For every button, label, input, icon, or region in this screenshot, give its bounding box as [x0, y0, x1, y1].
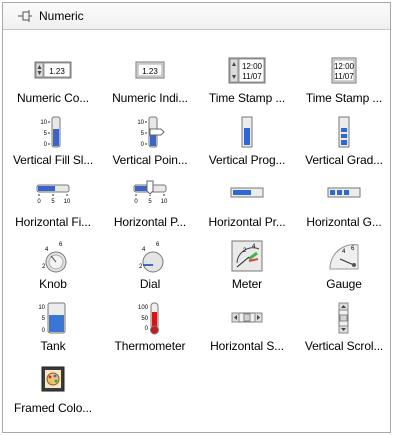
svg-text:100: 100: [138, 305, 149, 311]
palette-item-label: Horizontal Fi...: [15, 215, 91, 229]
svg-text:5: 5: [44, 131, 48, 137]
palette-item-vertical-scrollbar[interactable]: Vertical Scrol...: [296, 299, 392, 361]
svg-text:0: 0: [134, 199, 138, 205]
palette-item-thermometer[interactable]: 100 50 0 Thermometer: [102, 299, 198, 361]
gauge-icon: 4 6: [329, 244, 359, 270]
svg-text:10: 10: [161, 199, 168, 205]
vertical-pointer-slide-icon: 10 5 0: [137, 116, 165, 148]
palette-item-label: Vertical Poin...: [112, 153, 188, 167]
svg-text:4: 4: [45, 247, 49, 253]
palette-item-label: Vertical Fill Sl...: [12, 153, 94, 167]
numeric-indicator-icon: 1.23: [135, 61, 165, 79]
svg-text:10: 10: [137, 120, 144, 126]
palette-item-numeric-control[interactable]: 1.23 Numeric Co...: [5, 51, 101, 113]
svg-text:12:00: 12:00: [334, 62, 355, 71]
time-stamp-indicator-icon: 12:00 11/07: [331, 57, 357, 84]
palette-item-label: Gauge: [326, 277, 362, 291]
palette-item-vertical-pointer-slide[interactable]: 10 5 0 Vertical Poin...: [102, 113, 198, 175]
palette-item-label: Vertical Scrol...: [304, 339, 384, 353]
palette-item-vertical-graduated-bar[interactable]: Vertical Grad...: [296, 113, 392, 175]
dial-icon: 2 4 6: [139, 242, 164, 273]
palette-item-dial[interactable]: 2 4 6 Dial: [102, 237, 198, 299]
horizontal-fill-slide-icon: 0 5 10: [36, 184, 71, 205]
svg-text:10: 10: [64, 199, 71, 205]
palette-item-label: Horizontal G...: [306, 215, 382, 229]
pushpin-icon[interactable]: [17, 9, 33, 23]
numeric-palette: Numeric 1.23 Numeric Co... 1.23 Numeric …: [2, 2, 391, 433]
knob-icon: 2 4 6: [42, 242, 67, 273]
svg-text:2: 2: [139, 264, 143, 270]
palette-item-label: Numeric Co...: [16, 91, 90, 105]
palette-item-label: Knob: [39, 277, 67, 291]
palette-item-horizontal-graduated-bar[interactable]: Horizontal G...: [296, 175, 392, 237]
svg-text:0: 0: [145, 326, 149, 332]
palette-item-tank[interactable]: 10 5 0 Tank: [5, 299, 101, 361]
thermometer-icon: 100 50 0: [138, 302, 159, 335]
svg-text:0: 0: [42, 328, 46, 334]
palette-item-label: Meter: [231, 277, 263, 291]
horizontal-progress-bar-icon: [230, 187, 264, 198]
svg-text:50: 50: [141, 316, 148, 322]
palette-item-label: Thermometer: [114, 339, 186, 353]
horizontal-pointer-slide-icon: 0 5 10: [133, 180, 168, 205]
svg-text:10: 10: [38, 305, 45, 311]
palette-item-horizontal-pointer-slide[interactable]: 0 5 10 Horizontal P...: [102, 175, 198, 237]
time-stamp-control-icon: 12:00 11/07: [228, 57, 266, 84]
palette-item-label: Time Stamp ...: [305, 91, 383, 105]
svg-text:4: 4: [142, 247, 146, 253]
svg-text:6: 6: [59, 242, 63, 248]
meter-icon: 2 4: [231, 240, 263, 272]
svg-text:12:00: 12:00: [242, 62, 263, 71]
svg-text:10: 10: [40, 120, 47, 126]
tank-icon: 10 5 0: [38, 302, 66, 334]
vertical-progress-bar-icon: [241, 116, 253, 148]
svg-text:0: 0: [44, 142, 48, 148]
palette-title: Numeric: [39, 9, 84, 23]
svg-text:11/07: 11/07: [242, 72, 262, 81]
vertical-scrollbar-icon: [338, 302, 349, 334]
framed-color-box-icon: [41, 366, 65, 392]
vertical-fill-slide-icon: 10 5 0: [40, 116, 61, 148]
vertical-graduated-bar-icon: [338, 116, 350, 148]
palette-item-label: Time Stamp ...: [208, 91, 286, 105]
svg-text:0: 0: [141, 142, 145, 148]
svg-text:5: 5: [148, 199, 152, 205]
horizontal-scrollbar-icon: [231, 312, 263, 323]
svg-text:6: 6: [156, 242, 160, 248]
palette-item-label: Vertical Grad...: [305, 153, 383, 167]
palette-item-horizontal-progress-bar[interactable]: Horizontal Pr...: [199, 175, 295, 237]
palette-item-meter[interactable]: 2 4 Meter: [199, 237, 295, 299]
horizontal-graduated-bar-icon: [327, 187, 361, 198]
svg-text:5: 5: [51, 199, 55, 205]
svg-text:5: 5: [42, 316, 46, 322]
svg-text:1.23: 1.23: [142, 67, 158, 76]
svg-text:0: 0: [37, 199, 41, 205]
palette-item-label: Numeric Indi...: [112, 91, 188, 105]
palette-item-label: Tank: [40, 339, 66, 353]
svg-text:1.23: 1.23: [49, 67, 65, 76]
palette-item-vertical-fill-slide[interactable]: 10 5 0 Vertical Fill Sl...: [5, 113, 101, 175]
svg-text:11/07: 11/07: [334, 72, 354, 81]
palette-item-vertical-progress-bar[interactable]: Vertical Prog...: [199, 113, 295, 175]
numeric-control-icon: 1.23: [34, 61, 72, 79]
palette-titlebar: Numeric: [3, 3, 390, 30]
palette-item-label: Dial: [139, 277, 161, 291]
palette-item-label: Horizontal P...: [113, 215, 187, 229]
palette-item-knob[interactable]: 2 4 6 Knob: [5, 237, 101, 299]
palette-item-numeric-indicator[interactable]: 1.23 Numeric Indi...: [102, 51, 198, 113]
svg-text:5: 5: [141, 131, 145, 137]
palette-item-label: Framed Colo...: [14, 401, 92, 415]
svg-text:2: 2: [42, 264, 46, 270]
palette-item-label: Horizontal S...: [210, 339, 284, 353]
palette-item-label: Vertical Prog...: [208, 153, 286, 167]
palette-item-horizontal-fill-slide[interactable]: 0 5 10 Horizontal Fi...: [5, 175, 101, 237]
palette-item-time-stamp-indicator[interactable]: 12:00 11/07 Time Stamp ...: [296, 51, 392, 113]
palette-item-framed-color-box[interactable]: Framed Colo...: [5, 361, 101, 423]
palette-item-time-stamp-control[interactable]: 12:00 11/07 Time Stamp ...: [199, 51, 295, 113]
palette-item-gauge[interactable]: 4 6 Gauge: [296, 237, 392, 299]
palette-item-label: Horizontal Pr...: [208, 215, 286, 229]
palette-item-horizontal-scrollbar[interactable]: Horizontal S...: [199, 299, 295, 361]
